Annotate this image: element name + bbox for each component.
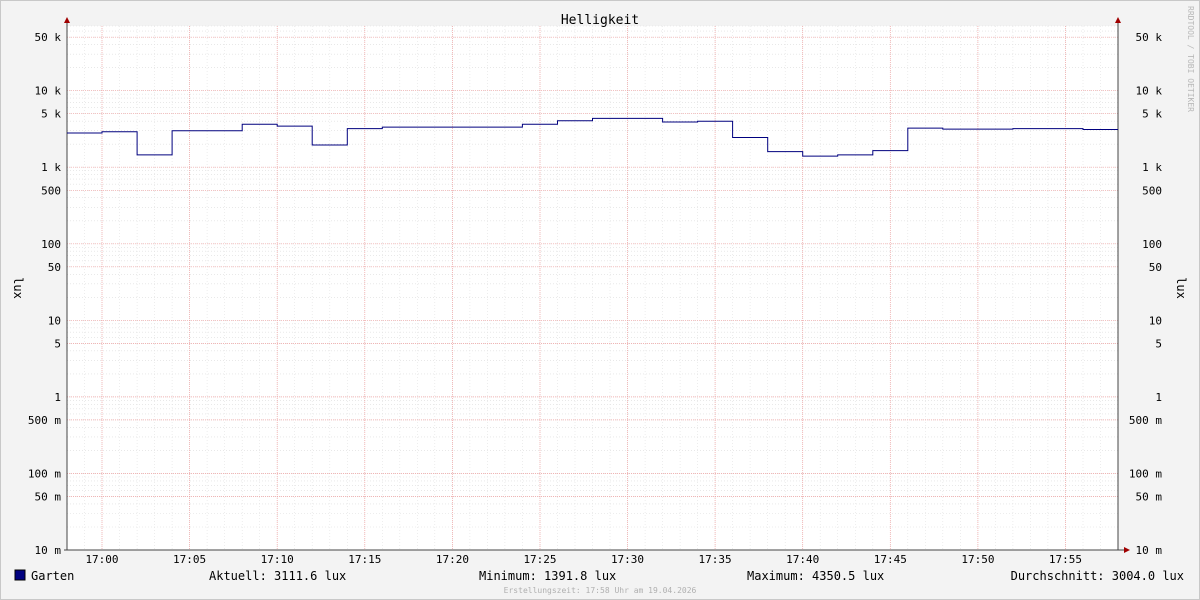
y-tick-label-right: 500 m [1129, 414, 1162, 427]
chart-svg: 50 k 50 k 10 k 10 k 5 k 5 k 1 k 1 k 500 500 100 100… [11, 6, 1195, 595]
y-axis-label-left: lux [11, 277, 25, 299]
chart-frame: 50 k 50 k 10 k 10 k 5 k 5 k 1 k 1 k 500 500 100 100… [0, 0, 1200, 600]
x-tick-label: 17:45 [874, 553, 907, 566]
y-axis-arrow-left [64, 17, 70, 23]
legend-average: Durchschnitt: 3004.0 lux [1011, 569, 1184, 583]
y-tick-label-right: 100 m [1129, 467, 1162, 480]
y-tick-label-left: 50 k [35, 31, 62, 44]
x-tick-label: 17:30 [611, 553, 644, 566]
y-tick-label-left: 5 k [41, 108, 61, 121]
legend-maximum: Maximum: 4350.5 lux [747, 569, 884, 583]
footer-timestamp: Erstellungszeit: 17:58 Uhr am 19.04.2026 [504, 586, 697, 595]
y-tick-label-right: 10 m [1136, 544, 1163, 557]
chart-title: Helligkeit [561, 13, 639, 28]
x-tick-label: 17:20 [436, 553, 469, 566]
x-tick-label: 17:10 [261, 553, 294, 566]
y-tick-label-right: 1 [1155, 391, 1162, 404]
y-tick-label-right: 5 k [1142, 108, 1162, 121]
y-tick-label-right: 10 [1149, 314, 1162, 327]
y-tick-label-left: 1 k [41, 161, 61, 174]
legend-series-name: Garten [31, 569, 74, 583]
x-tick-label: 17:40 [786, 553, 819, 566]
legend-current: Aktuell: 3111.6 lux [209, 569, 346, 583]
y-tick-label-left: 50 [48, 261, 61, 274]
legend-minimum: Minimum: 1391.8 lux [479, 569, 616, 583]
y-tick-label-left: 100 [41, 238, 61, 251]
x-tick-label: 17:25 [523, 553, 556, 566]
y-tick-label-right: 50 k [1136, 31, 1163, 44]
x-tick-label: 17:55 [1049, 553, 1082, 566]
y-tick-label-right: 100 [1142, 238, 1162, 251]
x-axis-arrow [1124, 547, 1130, 553]
y-tick-label-left: 5 [54, 337, 61, 350]
y-tick-label-left: 50 m [35, 491, 62, 504]
y-axis-arrow-right [1115, 17, 1121, 23]
y-tick-label-left: 100 m [28, 467, 61, 480]
y-tick-label-left: 500 m [28, 414, 61, 427]
y-tick-label-right: 50 m [1136, 491, 1163, 504]
x-tick-label: 17:00 [85, 553, 118, 566]
y-tick-label-right: 10 k [1136, 85, 1163, 98]
x-tick-label: 17:35 [699, 553, 732, 566]
x-tick-label: 17:50 [961, 553, 994, 566]
y-tick-label-left: 10 [48, 314, 61, 327]
y-tick-label-left: 1 [54, 391, 61, 404]
y-tick-label-right: 5 [1155, 337, 1162, 350]
watermark: RRDTOOL / TOBI OETIKER [1186, 6, 1195, 112]
y-tick-label-left: 10 k [35, 85, 62, 98]
y-tick-label-left: 500 [41, 184, 61, 197]
x-tick-label: 17:15 [348, 553, 381, 566]
y-tick-label-right: 50 [1149, 261, 1162, 274]
legend-swatch [14, 569, 26, 581]
y-axis-label-right: lux [1174, 277, 1188, 299]
x-tick-label: 17:05 [173, 553, 206, 566]
y-tick-label-right: 500 [1142, 184, 1162, 197]
y-tick-label-right: 1 k [1142, 161, 1162, 174]
y-tick-label-left: 10 m [35, 544, 62, 557]
